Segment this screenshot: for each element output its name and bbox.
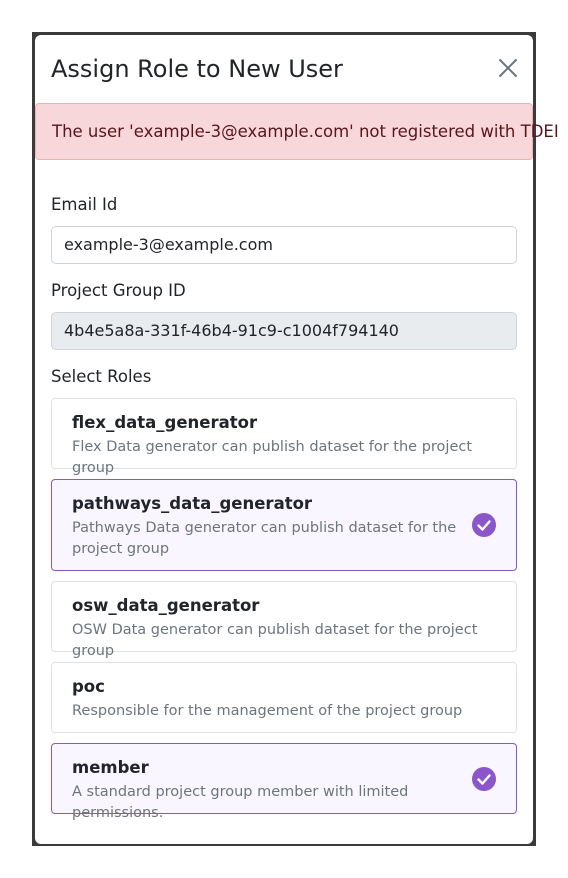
email-label: Email Id: [51, 195, 118, 214]
close-button[interactable]: [497, 57, 519, 79]
assign-role-modal: Assign Role to New User The user 'exampl…: [35, 35, 559, 844]
role-description: Flex Data generator can publish dataset …: [72, 439, 473, 476]
project-group-id-field: 4b4e5a8a-331f-46b4-91c9-c1004f794140: [51, 312, 517, 350]
error-alert: The user 'example-3@example.com' not reg…: [35, 103, 559, 160]
role-description: OSW Data generator can publish dataset f…: [72, 622, 478, 659]
select-roles-label: Select Roles: [51, 367, 152, 386]
email-field[interactable]: example-3@example.com: [51, 226, 517, 264]
role-name: pathways_data_generator: [72, 494, 313, 513]
role-description: Pathways Data generator can publish data…: [72, 520, 457, 557]
modal-title: Assign Role to New User: [51, 55, 343, 83]
role-name: poc: [72, 677, 105, 696]
role-option-poc[interactable]: poc Responsible for the management of th…: [51, 662, 517, 733]
role-description: Responsible for the management of the pr…: [72, 703, 463, 719]
role-name: flex_data_generator: [72, 413, 258, 432]
project-group-label: Project Group ID: [51, 281, 186, 300]
role-option-member[interactable]: member A standard project group member w…: [51, 743, 517, 821]
role-option-pathways-data-generator[interactable]: pathways_data_generator Pathways Data ge…: [51, 479, 517, 571]
check-circle-icon: [472, 513, 496, 537]
role-name: osw_data_generator: [72, 596, 260, 615]
role-name: member: [72, 758, 149, 777]
role-option-osw-data-generator[interactable]: osw_data_generator OSW Data generator ca…: [51, 581, 517, 659]
modal-header: Assign Role to New User: [35, 35, 533, 103]
role-description: A standard project group member with lim…: [72, 784, 409, 821]
check-circle-icon: [472, 766, 496, 791]
close-icon: [499, 59, 517, 77]
role-option-flex-data-generator[interactable]: flex_data_generator Flex Data generator …: [51, 398, 517, 476]
